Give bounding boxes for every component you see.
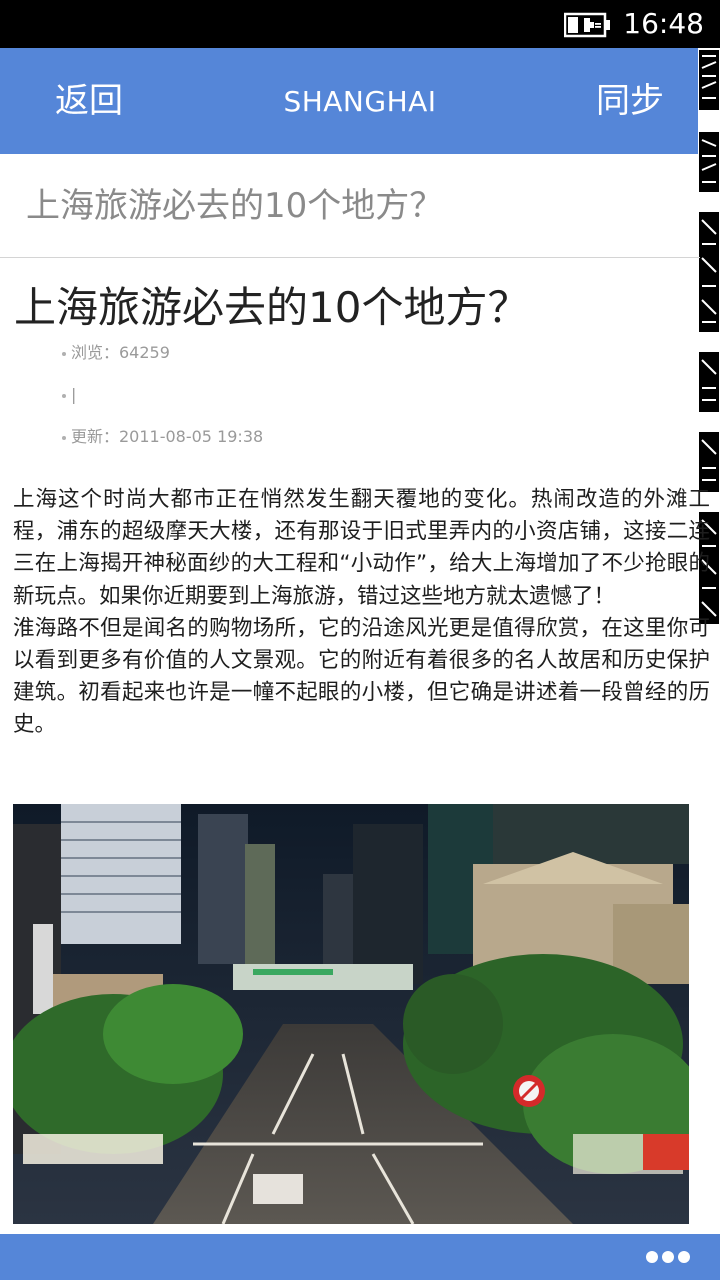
article-paragraph: 淮海路不但是闻名的购物场所，它的沿途风光更是值得欣赏，在这里你可以看到更多有价值… bbox=[13, 615, 710, 738]
subtitle-bar: 上海旅游必去的10个地方？ bbox=[0, 154, 700, 258]
meta-updated: 更新：2011-08-05 19:38 bbox=[62, 426, 263, 448]
more-options-icon[interactable] bbox=[646, 1248, 690, 1266]
app-header: 返回 SHANGHAI 同步 bbox=[0, 48, 720, 154]
bullet-dot bbox=[62, 435, 66, 440]
status-bar: 16:48 bbox=[0, 0, 720, 48]
article-paragraph: 上海这个时尚大都市正在悄然发生翻天覆地的变化。热闹改造的外滩工程，浦东的超级摩天… bbox=[13, 487, 710, 609]
battery-charging-icon bbox=[564, 12, 610, 38]
dot bbox=[646, 1251, 658, 1263]
bullet-dot bbox=[62, 351, 66, 356]
meta-views: 浏览：64259 bbox=[62, 342, 170, 364]
dot bbox=[662, 1251, 674, 1263]
dot bbox=[678, 1251, 690, 1263]
status-time: 16:48 bbox=[623, 7, 704, 40]
meta-blank: | bbox=[62, 384, 76, 406]
sync-button[interactable]: 同步 bbox=[596, 78, 664, 124]
meta-views-text: 浏览：64259 bbox=[71, 343, 170, 362]
article-title: 上海旅游必去的10个地方？ bbox=[14, 283, 530, 332]
bottom-app-bar bbox=[0, 1234, 720, 1280]
meta-updated-text: 更新：2011-08-05 19:38 bbox=[71, 427, 264, 446]
bullet-dot bbox=[62, 393, 66, 398]
subtitle-text: 上海旅游必去的10个地方？ bbox=[26, 186, 444, 226]
meta-blank-text: | bbox=[71, 385, 77, 404]
night-street-photo bbox=[13, 804, 689, 1224]
article-body: 上海这个时尚大都市正在悄然发生翻天覆地的变化。热闹改造的外滩工程，浦东的超级摩天… bbox=[13, 484, 710, 742]
